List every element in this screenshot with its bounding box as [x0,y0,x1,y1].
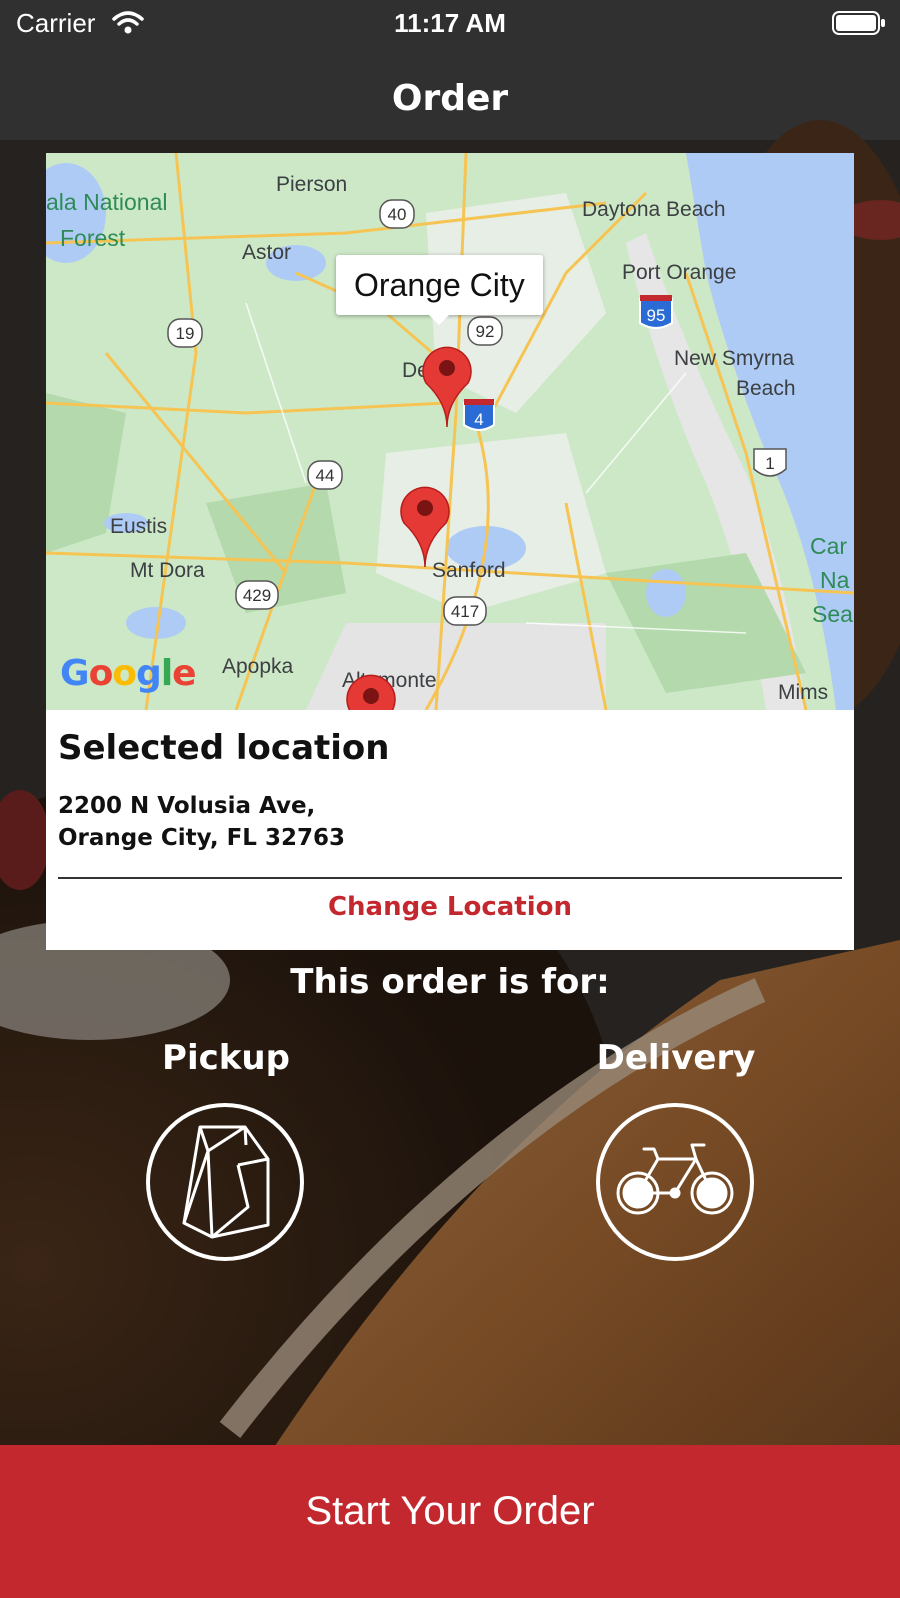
divider [58,877,842,879]
map-pin-altamonte[interactable] [344,671,398,710]
shield-44: 44 [307,460,343,490]
start-order-button[interactable]: Start Your Order [0,1445,900,1598]
location-info: Selected location 2200 N Volusia Ave, Or… [46,710,854,950]
shield-i95-text: 95 [647,306,666,325]
bag-icon [182,1125,270,1239]
bicycle-icon [616,1143,734,1215]
page-title: Order [391,78,509,119]
change-location-button[interactable]: Change Location [46,892,854,922]
location-address: 2200 N Volusia Ave, Orange City, FL 3276… [58,790,345,854]
shield-92: 92 [467,316,503,346]
shield-40: 40 [379,199,415,229]
location-map[interactable]: ala National Forest Pierson Daytona Beac… [46,153,854,710]
delivery-label: Delivery [596,1038,756,1078]
google-logo: Google [60,653,197,694]
order-type-prompt: This order is for: [290,962,610,1002]
road-shields: 40 92 19 4 95 44 1 429 417 [167,199,787,626]
pickup-button[interactable] [146,1103,304,1261]
status-bar: Carrier 11:17 AM [0,0,900,48]
shield-19-text: 19 [176,324,195,343]
shield-i4-text: 4 [474,410,483,429]
shield-417-text: 417 [451,602,479,621]
map-pin-sanford[interactable] [398,483,452,569]
shield-19: 19 [167,318,203,348]
shield-44-text: 44 [316,466,335,485]
location-card: ala National Forest Pierson Daytona Beac… [46,153,854,950]
map-pin-orange-city[interactable] [420,343,474,429]
delivery-button[interactable] [596,1103,754,1261]
address-line-1: 2200 N Volusia Ave, [58,793,316,819]
map-callout[interactable]: Orange City [336,255,543,325]
shield-417: 417 [443,596,487,626]
selected-location-heading: Selected location [58,728,390,768]
shield-429-text: 429 [243,586,271,605]
battery-icon [832,11,885,35]
address-line-2: Orange City, FL 32763 [58,825,345,851]
shield-40-text: 40 [388,205,407,224]
pickup-label: Pickup [162,1038,290,1078]
shield-429: 429 [235,580,279,610]
clock: 11:17 AM [394,8,506,38]
shield-us1-text: 1 [765,454,774,473]
shield-i95: 95 [639,295,673,329]
shield-92-text: 92 [476,322,495,341]
shield-us1: 1 [753,448,787,477]
